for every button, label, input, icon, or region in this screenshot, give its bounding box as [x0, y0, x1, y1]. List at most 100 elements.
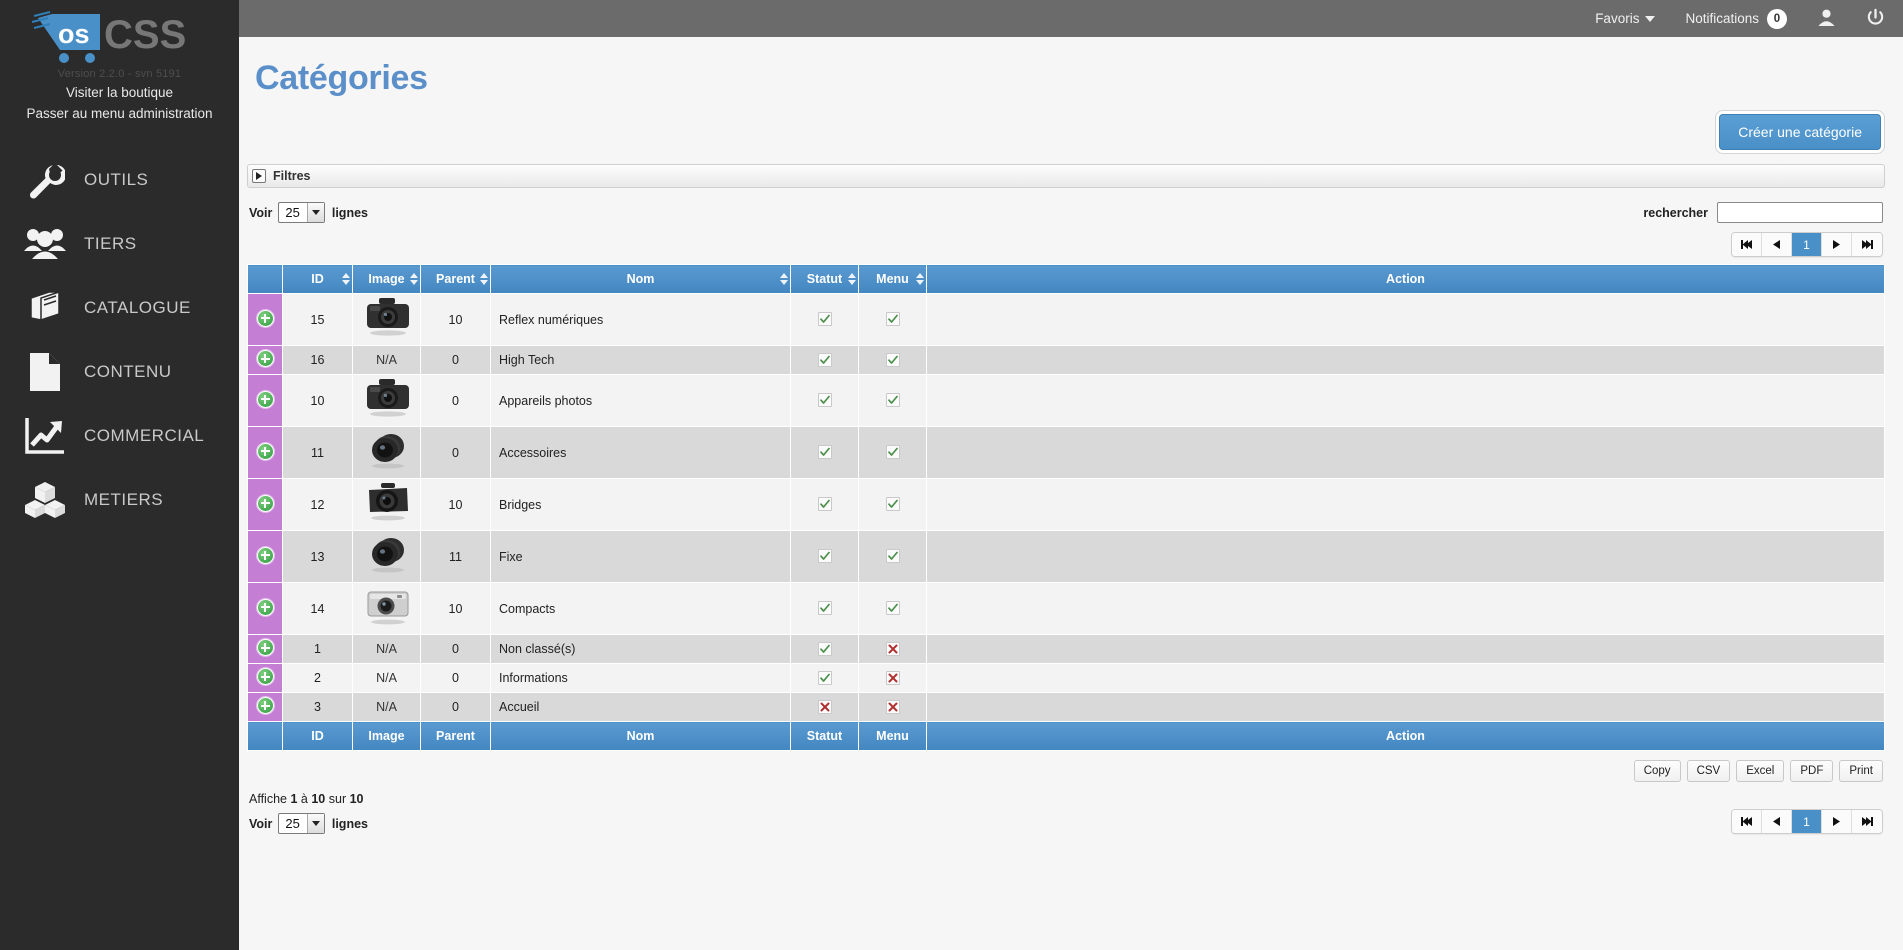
cell-action[interactable] [926, 293, 1885, 346]
cell-statut[interactable] [790, 530, 859, 583]
logout-button[interactable] [1866, 8, 1885, 30]
cell-statut[interactable] [790, 374, 859, 427]
cell-statut[interactable] [790, 634, 859, 664]
export-csv-button[interactable]: CSV [1686, 760, 1731, 782]
cell-menu[interactable] [858, 582, 927, 635]
row-expand-button[interactable] [247, 426, 283, 479]
cell-action[interactable] [926, 582, 1885, 635]
row-expand-button[interactable] [247, 663, 283, 693]
cell-action[interactable] [926, 478, 1885, 531]
table-footer-row: ID Image Parent Nom Statut Menu Action [247, 721, 1885, 751]
row-expand-button[interactable] [247, 478, 283, 531]
row-expand-button[interactable] [247, 692, 283, 722]
export-pdf-button[interactable]: PDF [1790, 760, 1834, 782]
cell-menu[interactable] [858, 478, 927, 531]
row-expand-button[interactable] [247, 634, 283, 664]
first-page-button[interactable] [1732, 233, 1762, 256]
user-menu[interactable] [1817, 8, 1836, 30]
sidebar-item-commercial[interactable]: COMMERCIAL [0, 404, 239, 468]
notifications-menu[interactable]: Notifications 0 [1685, 8, 1787, 29]
cell-menu[interactable] [858, 692, 927, 722]
sidebar-item-contenu[interactable]: CONTENU [0, 340, 239, 404]
th-image[interactable]: Image [352, 264, 421, 294]
sidebar-item-outils[interactable]: OUTILS [0, 148, 239, 212]
chevron-down-icon [306, 203, 324, 222]
th-nom[interactable]: Nom [490, 264, 791, 294]
cell-menu[interactable] [858, 293, 927, 346]
cell-statut[interactable] [790, 663, 859, 693]
next-page-button[interactable] [1822, 233, 1852, 256]
th-id[interactable]: ID [282, 264, 353, 294]
export-excel-button[interactable]: Excel [1736, 760, 1785, 782]
cell-action[interactable] [926, 530, 1885, 583]
row-expand-button[interactable] [247, 582, 283, 635]
row-expand-button[interactable] [247, 345, 283, 375]
cell-statut[interactable] [790, 692, 859, 722]
export-print-button[interactable]: Print [1839, 760, 1883, 782]
page-1-button[interactable]: 1 [1792, 233, 1822, 256]
next-page-button[interactable] [1822, 810, 1852, 833]
previous-page-button[interactable] [1762, 233, 1792, 256]
sidebar-item-catalogue[interactable]: CATALOGUE [0, 276, 239, 340]
row-expand-button[interactable] [247, 374, 283, 427]
status-check-icon [817, 641, 832, 656]
page-length-select[interactable]: 25 [278, 202, 325, 223]
cell-menu[interactable] [858, 374, 927, 427]
visit-shop-link[interactable]: Visiter la boutique [0, 80, 239, 101]
cell-menu[interactable] [858, 530, 927, 583]
cell-action[interactable] [926, 692, 1885, 722]
cell-menu[interactable] [858, 663, 927, 693]
cell-action[interactable] [926, 634, 1885, 664]
table-row[interactable]: 15 10 Reflex numériques [247, 293, 1885, 346]
filters-bar[interactable]: Filtres [247, 164, 1885, 188]
table-row[interactable]: 3 N/A 0 Accueil [247, 692, 1885, 722]
row-expand-button[interactable] [247, 530, 283, 583]
cell-statut[interactable] [790, 426, 859, 479]
page-length-select-bottom[interactable]: 25 [278, 813, 325, 834]
table-row[interactable]: 11 0 Accessoires [247, 426, 1885, 479]
status-check-icon [817, 497, 832, 511]
cell-statut[interactable] [790, 293, 859, 346]
status-check-icon [885, 312, 900, 326]
th-statut[interactable]: Statut [790, 264, 859, 294]
previous-page-button[interactable] [1762, 810, 1792, 833]
cell-action[interactable] [926, 426, 1885, 479]
row-expand-button[interactable] [247, 293, 283, 346]
last-page-button[interactable] [1852, 233, 1882, 256]
first-page-button[interactable] [1732, 810, 1762, 833]
cell-action[interactable] [926, 374, 1885, 427]
search-input[interactable] [1717, 202, 1883, 223]
status-check-icon [817, 670, 832, 685]
table-row[interactable]: 16 N/A 0 High Tech [247, 345, 1885, 375]
cell-statut[interactable] [790, 345, 859, 375]
cubes-icon [22, 477, 68, 523]
table-row[interactable]: 13 11 Fixe [247, 530, 1885, 583]
cell-action[interactable] [926, 663, 1885, 693]
table-row[interactable]: 12 10 Bridges [247, 478, 1885, 531]
th-parent[interactable]: Parent [420, 264, 491, 294]
expand-filters-icon[interactable] [252, 169, 266, 183]
favoris-menu[interactable]: Favoris [1595, 11, 1656, 26]
cell-statut[interactable] [790, 582, 859, 635]
cell-menu[interactable] [858, 426, 927, 479]
cell-menu[interactable] [858, 345, 927, 375]
logo[interactable]: os CSS [0, 0, 239, 72]
cell-statut[interactable] [790, 478, 859, 531]
sidebar-item-tiers[interactable]: TIERS [0, 212, 239, 276]
admin-menu-link[interactable]: Passer au menu administration [0, 101, 239, 122]
table-row[interactable]: 14 10 Compacts [247, 582, 1885, 635]
cell-nom: Accueil [490, 692, 791, 722]
create-category-button[interactable]: Créer une catégorie [1719, 114, 1881, 150]
table-row[interactable]: 1 N/A 0 Non classé(s) [247, 634, 1885, 664]
export-copy-button[interactable]: Copy [1633, 760, 1681, 782]
table-row[interactable]: 10 0 Appareils photos [247, 374, 1885, 427]
cell-action[interactable] [926, 345, 1885, 375]
table-row[interactable]: 2 N/A 0 Informations [247, 663, 1885, 693]
last-page-button[interactable] [1852, 810, 1882, 833]
sidebar-item-metiers[interactable]: METIERS [0, 468, 239, 532]
cell-menu[interactable] [858, 634, 927, 664]
chevron-down-icon [1645, 15, 1656, 22]
page-1-button[interactable]: 1 [1792, 810, 1822, 833]
cell-image: N/A [352, 692, 421, 722]
th-menu[interactable]: Menu [858, 264, 927, 294]
